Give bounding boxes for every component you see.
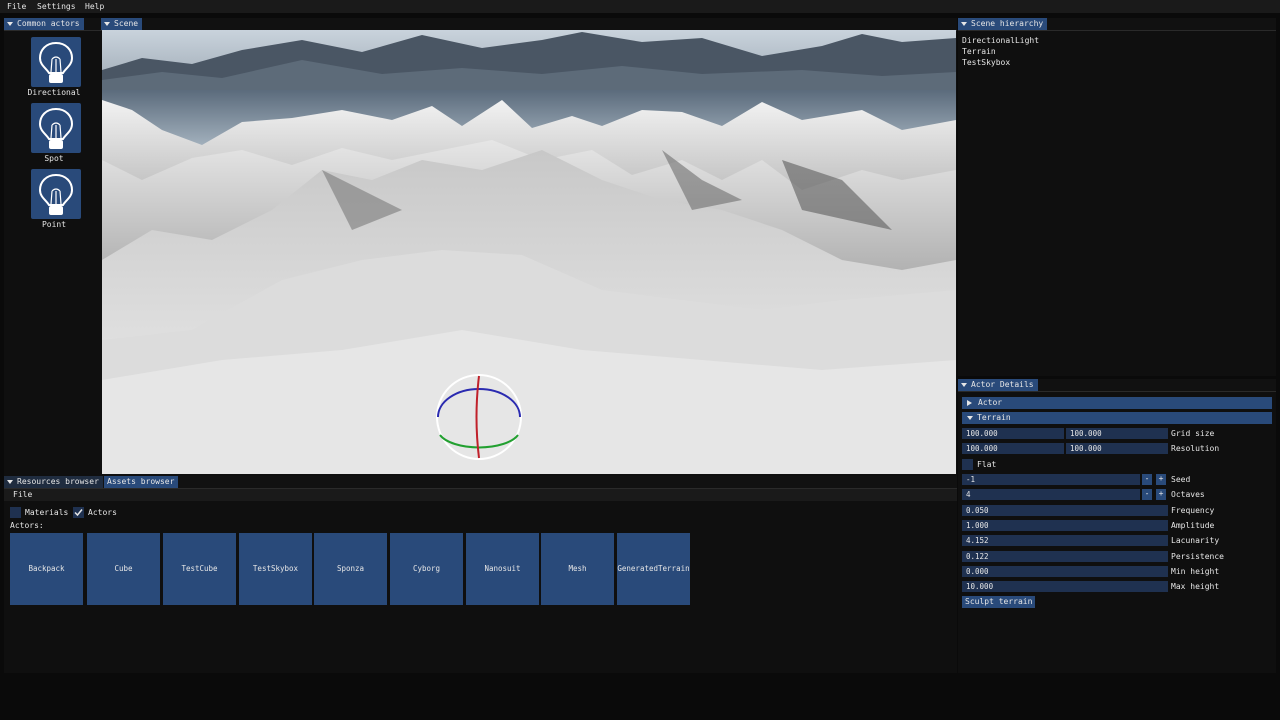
asset-tile-cyborg[interactable]: Cyborg bbox=[390, 533, 463, 605]
light-bulb-icon bbox=[38, 41, 74, 83]
amplitude-field[interactable]: 1.000 bbox=[962, 520, 1168, 531]
seed-field[interactable]: -1 bbox=[962, 474, 1140, 485]
light-bulb-icon bbox=[38, 107, 74, 149]
resources-menu-file[interactable]: File bbox=[13, 490, 32, 499]
actor-details-tab[interactable]: Actor Details bbox=[958, 379, 1038, 391]
common-actors-title: Common actors bbox=[17, 19, 80, 28]
resolution-x-field[interactable]: 100.000 bbox=[962, 443, 1064, 454]
terrain-section-label: Terrain bbox=[977, 413, 1011, 422]
seed-label: Seed bbox=[1171, 475, 1191, 484]
actors-label: Actors bbox=[88, 508, 117, 517]
tab-resources-browser[interactable]: Resources browser bbox=[4, 476, 103, 488]
asset-tile-nanosuit[interactable]: Nanosuit bbox=[466, 533, 539, 605]
actor-tile-directional[interactable] bbox=[31, 37, 81, 87]
lacunarity-label: Lacunarity bbox=[1171, 536, 1220, 545]
asset-tile-generatedterrain[interactable]: GeneratedTerrain bbox=[617, 533, 690, 605]
tab-assets-label: Assets browser bbox=[107, 477, 175, 486]
flat-label: Flat bbox=[977, 460, 997, 469]
persistence-field[interactable]: 0.122 bbox=[962, 551, 1168, 562]
actor-label-spot: Spot bbox=[44, 154, 64, 163]
light-bulb-icon bbox=[38, 173, 74, 215]
octaves-field[interactable]: 4 bbox=[962, 489, 1140, 500]
resources-menu-bar: File bbox=[4, 489, 957, 501]
asset-tile-sponza[interactable]: Sponza bbox=[314, 533, 387, 605]
max-height-label: Max height bbox=[1171, 582, 1220, 591]
menu-settings[interactable]: Settings bbox=[37, 2, 76, 11]
actor-tile-spot[interactable] bbox=[31, 103, 81, 153]
scene-viewport[interactable] bbox=[102, 30, 956, 474]
min-height-label: Min height bbox=[1171, 567, 1220, 576]
resources-titlebar: Resources browser Assets browser bbox=[4, 476, 957, 489]
scene-title: Scene bbox=[114, 19, 139, 28]
menu-file[interactable]: File bbox=[7, 2, 26, 11]
flat-checkbox[interactable] bbox=[962, 459, 973, 470]
menu-bar: File Settings Help bbox=[0, 0, 1280, 13]
checkmark-icon bbox=[74, 509, 83, 517]
octaves-increment-button[interactable]: + bbox=[1156, 489, 1166, 500]
common-actors-tab[interactable]: Common actors bbox=[4, 18, 84, 30]
hierarchy-item-terrain[interactable]: Terrain bbox=[962, 47, 996, 56]
actor-tile-point[interactable] bbox=[31, 169, 81, 219]
octaves-decrement-button[interactable]: - bbox=[1142, 489, 1152, 500]
max-height-field[interactable]: 10.000 bbox=[962, 581, 1168, 592]
scene-hierarchy-titlebar: Scene hierarchy bbox=[958, 18, 1276, 31]
collapse-icon bbox=[7, 479, 13, 484]
asset-tile-cube[interactable]: Cube bbox=[87, 533, 160, 605]
octaves-label: Octaves bbox=[1171, 490, 1205, 499]
scene-hierarchy-tab[interactable]: Scene hierarchy bbox=[958, 18, 1048, 30]
asset-tile-testskybox[interactable]: TestSkybox bbox=[239, 533, 312, 605]
grid-size-x-field[interactable]: 100.000 bbox=[962, 428, 1064, 439]
expand-icon bbox=[967, 399, 972, 406]
seed-increment-button[interactable]: + bbox=[1156, 474, 1166, 485]
actor-section-label: Actor bbox=[978, 398, 1003, 407]
actor-section-header[interactable]: Actor bbox=[962, 397, 1272, 409]
grid-size-label: Grid size bbox=[1171, 429, 1215, 438]
scene-tab[interactable]: Scene bbox=[101, 18, 143, 30]
hierarchy-item-directionallight[interactable]: DirectionalLight bbox=[962, 36, 1039, 45]
asset-tile-mesh[interactable]: Mesh bbox=[541, 533, 614, 605]
collapse-icon bbox=[961, 21, 967, 26]
actors-checkbox[interactable] bbox=[73, 507, 84, 518]
asset-tile-backpack[interactable]: Backpack bbox=[10, 533, 83, 605]
grid-size-y-field[interactable]: 100.000 bbox=[1066, 428, 1168, 439]
terrain-render bbox=[102, 30, 956, 474]
resolution-y-field[interactable]: 100.000 bbox=[1066, 443, 1168, 454]
actor-label-point: Point bbox=[41, 220, 67, 229]
hierarchy-item-testskybox[interactable]: TestSkybox bbox=[962, 58, 1010, 67]
tab-resources-label: Resources browser bbox=[17, 477, 99, 486]
sculpt-terrain-button[interactable]: Sculpt terrain bbox=[962, 596, 1036, 608]
common-actors-titlebar: Common actors bbox=[4, 18, 101, 31]
frequency-label: Frequency bbox=[1171, 506, 1215, 515]
lacunarity-field[interactable]: 4.152 bbox=[962, 535, 1168, 546]
tab-assets-browser[interactable]: Assets browser bbox=[104, 476, 179, 488]
scene-hierarchy-panel: Scene hierarchy bbox=[958, 18, 1276, 376]
min-height-field[interactable]: 0.000 bbox=[962, 566, 1168, 577]
amplitude-label: Amplitude bbox=[1171, 521, 1215, 530]
seed-decrement-button[interactable]: - bbox=[1142, 474, 1152, 485]
actor-details-titlebar: Actor Details bbox=[958, 379, 1276, 392]
scene-hierarchy-title: Scene hierarchy bbox=[971, 19, 1044, 28]
actors-header: Actors: bbox=[10, 521, 44, 530]
terrain-section-header[interactable]: Terrain bbox=[962, 412, 1272, 424]
actor-details-title: Actor Details bbox=[971, 380, 1034, 389]
materials-label: Materials bbox=[25, 508, 69, 517]
menu-help[interactable]: Help bbox=[85, 2, 104, 11]
collapse-icon bbox=[7, 21, 13, 26]
actor-label-directional: Directional bbox=[27, 88, 81, 97]
materials-checkbox[interactable] bbox=[10, 507, 21, 518]
collapse-icon bbox=[961, 382, 967, 387]
frequency-field[interactable]: 0.050 bbox=[962, 505, 1168, 516]
persistence-label: Persistence bbox=[1171, 552, 1224, 561]
asset-tile-testcube[interactable]: TestCube bbox=[163, 533, 236, 605]
collapse-icon bbox=[104, 21, 110, 26]
resolution-label: Resolution bbox=[1171, 444, 1220, 453]
collapse-icon bbox=[967, 415, 973, 420]
